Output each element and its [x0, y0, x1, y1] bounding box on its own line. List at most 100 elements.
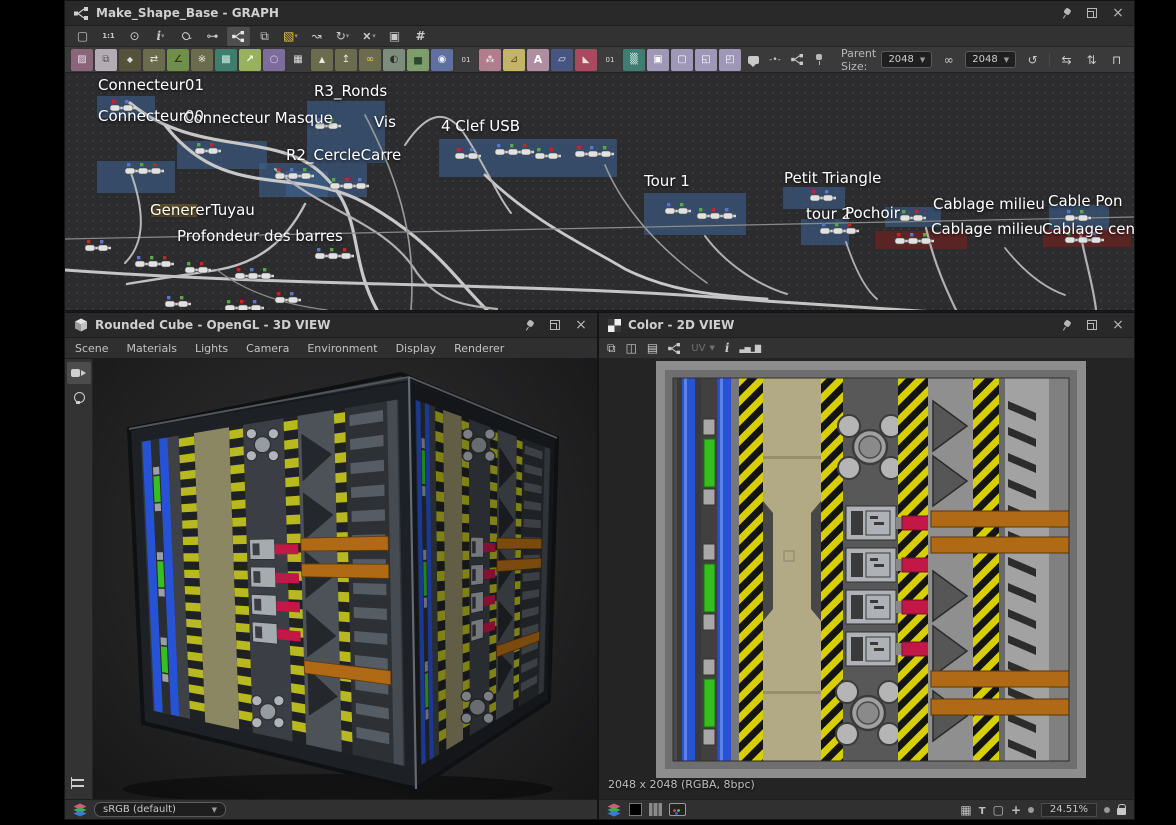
- menu-camera[interactable]: Camera: [246, 342, 289, 355]
- menu-lights[interactable]: Lights: [195, 342, 228, 355]
- info-dropdown-icon[interactable]: [149, 27, 172, 46]
- uv-mode-select[interactable]: UV ▼: [691, 343, 715, 354]
- node-label[interactable]: Cable Pon: [1048, 192, 1123, 210]
- zoom-lock-icon[interactable]: [1117, 808, 1126, 815]
- quantize-node-icon[interactable]: [599, 49, 621, 71]
- view3d-viewport[interactable]: [93, 359, 597, 799]
- snap-vertical-icon[interactable]: [1080, 50, 1103, 69]
- channels-icon[interactable]: [649, 803, 662, 816]
- image-info-icon[interactable]: [725, 341, 730, 355]
- menu-renderer[interactable]: Renderer: [454, 342, 504, 355]
- menu-scene[interactable]: Scene: [75, 342, 109, 355]
- copy-icon[interactable]: [647, 341, 658, 355]
- gradient-node-icon[interactable]: [239, 49, 261, 71]
- bitmap-node-icon[interactable]: [71, 49, 93, 71]
- normal-node-icon[interactable]: [335, 49, 357, 71]
- save-icon[interactable]: [626, 341, 637, 355]
- transform-node-icon[interactable]: [551, 49, 573, 71]
- node-label[interactable]: Cablage milieu: [931, 220, 1043, 238]
- snap-horizontal-icon[interactable]: [1055, 50, 1078, 69]
- view3d-maximize-button[interactable]: [548, 318, 562, 332]
- size-reset-icon[interactable]: [1021, 50, 1044, 69]
- node-label[interactable]: Cablage milieu: [933, 195, 1045, 213]
- image-view-icon[interactable]: [383, 27, 406, 46]
- frame-fit-node-icon[interactable]: [695, 49, 717, 71]
- text-node-icon[interactable]: [527, 49, 549, 71]
- tile-sampler-node-icon[interactable]: [287, 49, 309, 71]
- node-label[interactable]: Cablage cent: [1042, 220, 1134, 238]
- mirror-node-icon[interactable]: [503, 49, 525, 71]
- fit-image-icon[interactable]: [993, 803, 1004, 817]
- splatter-node-icon[interactable]: [479, 49, 501, 71]
- blend-node-icon[interactable]: [119, 49, 141, 71]
- layers-stack-icon[interactable]: [253, 27, 276, 46]
- colorspace-select[interactable]: sRGB (default) ▼: [94, 802, 226, 817]
- svg-node-icon[interactable]: [95, 49, 117, 71]
- scene-tree-button[interactable]: [65, 772, 89, 794]
- dot-node-icon[interactable]: [765, 50, 785, 70]
- node-label[interactable]: Tour 1: [644, 172, 690, 190]
- node-label[interactable]: Pochoir: [845, 204, 900, 222]
- hsl-node-icon[interactable]: [431, 49, 453, 71]
- tiling-grid-icon[interactable]: [960, 803, 971, 817]
- colorspace-layers-icon[interactable]: [73, 803, 88, 817]
- graph-close-button[interactable]: ×: [1111, 6, 1125, 20]
- node-label[interactable]: Vis: [374, 113, 396, 131]
- search-icon[interactable]: [175, 27, 198, 46]
- comment-icon[interactable]: [743, 50, 763, 70]
- node-label[interactable]: Connecteur Masque: [183, 109, 333, 127]
- noise-node-icon[interactable]: [623, 49, 645, 71]
- graph-view-icon[interactable]: [227, 27, 250, 46]
- node-output-icon[interactable]: [668, 343, 681, 354]
- frame-resize-node-icon[interactable]: [719, 49, 741, 71]
- capture-icon[interactable]: [123, 27, 146, 46]
- node-label[interactable]: R2_CercleCarre: [286, 146, 401, 164]
- node-label[interactable]: Connecteur01: [98, 76, 204, 94]
- directional-warp-node-icon[interactable]: [191, 49, 213, 71]
- subgraph-icon[interactable]: [787, 50, 807, 70]
- link-curve-icon[interactable]: [305, 27, 328, 46]
- frame-empty-node-icon[interactable]: [671, 49, 693, 71]
- view2d-maximize-button[interactable]: [1085, 318, 1099, 332]
- graph-maximize-button[interactable]: [1085, 6, 1099, 20]
- levels-node-icon[interactable]: [383, 49, 405, 71]
- menu-display[interactable]: Display: [396, 342, 437, 355]
- pin-node-icon[interactable]: [809, 50, 829, 70]
- distance-node-icon[interactable]: [215, 49, 237, 71]
- camera-view-button[interactable]: [67, 362, 91, 384]
- zoom-out-button[interactable]: [1028, 807, 1034, 813]
- pan-icon[interactable]: [1011, 803, 1021, 817]
- gradient-map-node-icon[interactable]: [359, 49, 381, 71]
- histogram-node-icon[interactable]: [407, 49, 429, 71]
- grid-toggle-icon[interactable]: [409, 27, 432, 46]
- node-label[interactable]: Petit Triangle: [784, 169, 881, 187]
- shape-node-icon[interactable]: [263, 49, 285, 71]
- channel-shuffle-node-icon[interactable]: [143, 49, 165, 71]
- view2d-pin-button[interactable]: [1059, 318, 1073, 332]
- view2d-viewport[interactable]: 2048 x 2048 (RGBA, 8bpc): [599, 359, 1134, 801]
- node-label[interactable]: R3_Ronds: [314, 82, 387, 100]
- height-node-icon[interactable]: [311, 49, 333, 71]
- zoom-1-1-icon[interactable]: [97, 27, 120, 46]
- menu-environment[interactable]: Environment: [307, 342, 377, 355]
- curve-node-icon[interactable]: [167, 49, 189, 71]
- lighting-button[interactable]: [67, 387, 91, 409]
- view2d-close-button[interactable]: ×: [1111, 318, 1125, 332]
- parent-height-select[interactable]: 2048▼: [965, 51, 1016, 68]
- tiling-mode-icon[interactable]: [979, 803, 986, 817]
- snap-grid-icon[interactable]: [1105, 50, 1128, 69]
- frame-node-icon[interactable]: [647, 49, 669, 71]
- colorspace-layers-icon[interactable]: [607, 803, 622, 817]
- node-label[interactable]: Profondeur des barres: [177, 227, 343, 245]
- grayscale-conversion-node-icon[interactable]: [455, 49, 477, 71]
- zoom-in-button[interactable]: [1104, 807, 1110, 813]
- zoom-level-field[interactable]: 24.51%: [1041, 803, 1097, 817]
- node-link-icon[interactable]: [201, 27, 224, 46]
- menu-materials[interactable]: Materials: [127, 342, 177, 355]
- graph-pin-button[interactable]: [1059, 6, 1073, 20]
- fit-view-icon[interactable]: [71, 27, 94, 46]
- background-swatch[interactable]: [629, 803, 642, 816]
- view3d-pin-button[interactable]: [522, 318, 536, 332]
- frame-selection-icon[interactable]: [279, 27, 302, 46]
- node-label[interactable]: GenererTuyau: [150, 201, 255, 219]
